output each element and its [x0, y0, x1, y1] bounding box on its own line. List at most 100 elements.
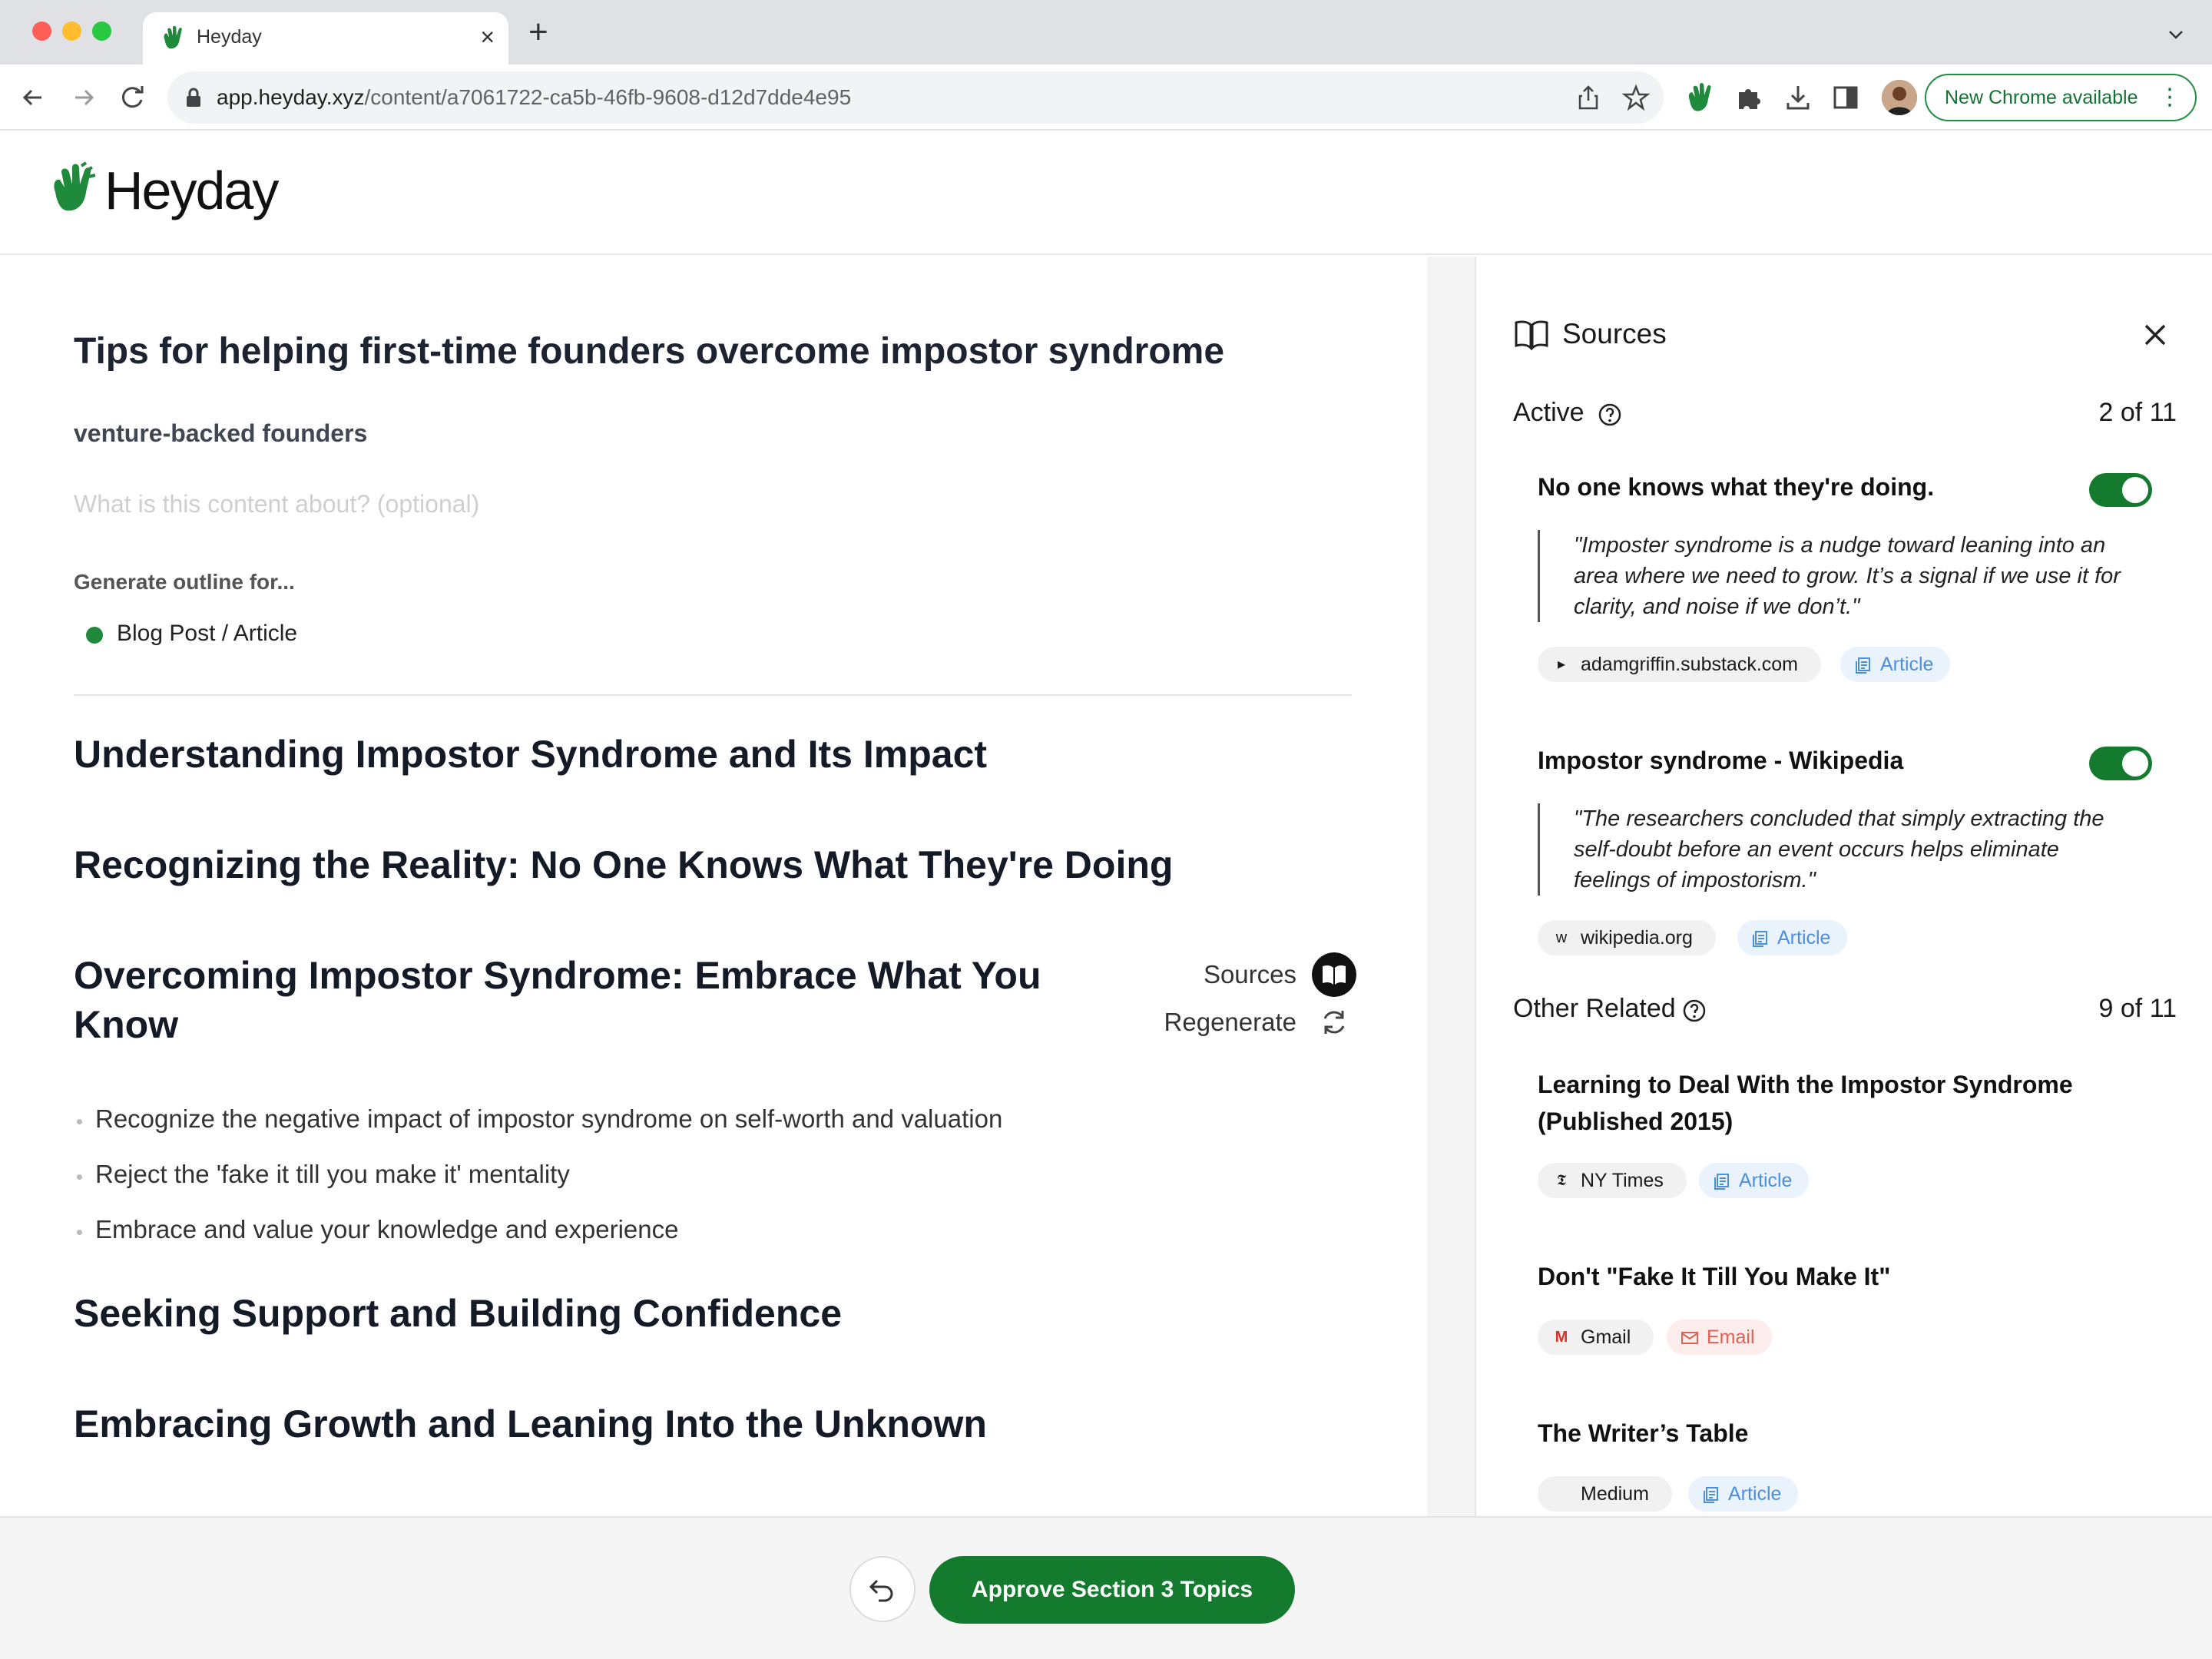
source-quote: "Imposter syndrome is a nudge toward lea…	[1538, 530, 2137, 622]
format-radio-selected[interactable]	[86, 627, 103, 644]
url-text: app.heyday.xyz/content/a7061722-ca5b-46f…	[217, 85, 852, 109]
forward-icon[interactable]	[68, 81, 100, 114]
email-icon	[1681, 1332, 1698, 1344]
source-domain-chip[interactable]: ▸ adamgriffin.substack.com	[1538, 647, 1821, 682]
side-panel-icon[interactable]	[1830, 81, 1862, 114]
source-domain: Gmail	[1581, 1326, 1631, 1348]
source-domain-chip[interactable]: M Gmail	[1538, 1320, 1654, 1355]
article-icon	[1714, 1174, 1729, 1190]
browser-tab-bar: Heyday × +	[0, 0, 2212, 65]
section-heading-3[interactable]: Overcoming Impostor Syndrome: Embrace Wh…	[74, 951, 1072, 1049]
window-zoom-button[interactable]	[92, 22, 111, 41]
format-label: Blog Post / Article	[117, 621, 298, 646]
source-toggle[interactable]	[2089, 473, 2152, 507]
regenerate-action-label: Regenerate	[1164, 1008, 1296, 1036]
related-source-title[interactable]: Learning to Deal With the Impostor Syndr…	[1538, 1066, 2121, 1140]
source-domain-chip[interactable]: 𝕿 NY Times	[1538, 1163, 1687, 1198]
book-icon[interactable]	[1312, 952, 1356, 997]
source-toggle[interactable]	[2089, 747, 2152, 780]
active-group-label: Active	[1513, 398, 1584, 427]
sources-action[interactable]: Sources	[1091, 952, 1356, 998]
undo-icon	[869, 1579, 893, 1602]
address-bar[interactable]: app.heyday.xyz/content/a7061722-ca5b-46f…	[167, 71, 1664, 124]
outline-editor: Tips for helping first-time founders ove…	[0, 257, 1427, 1516]
window-minimize-button[interactable]	[62, 22, 81, 41]
profile-avatar[interactable]	[1882, 80, 1917, 115]
chrome-update-label: New Chrome available	[1945, 87, 2138, 108]
extensions-puzzle-icon[interactable]	[1733, 81, 1765, 114]
nytimes-icon: 𝕿	[1556, 1172, 1567, 1189]
undo-button[interactable]	[849, 1556, 916, 1622]
browser-tab[interactable]: Heyday ×	[143, 12, 508, 65]
source-title[interactable]: No one knows what they're doing.	[1538, 469, 1934, 505]
panel-title: Sources	[1562, 318, 1667, 349]
divider	[74, 694, 1352, 696]
app-header: Heyday	[0, 132, 2212, 255]
medium-icon	[1553, 1485, 1570, 1502]
heyday-extension-icon[interactable]	[1684, 81, 1716, 114]
source-type-chip[interactable]: Email	[1667, 1320, 1772, 1355]
lock-icon	[187, 88, 200, 107]
sources-action-label: Sources	[1203, 960, 1296, 988]
chevron-down-icon[interactable]	[2167, 26, 2184, 43]
list-item[interactable]: Embrace and value your knowledge and exp…	[76, 1215, 678, 1244]
download-icon[interactable]	[1782, 81, 1814, 114]
refresh-icon[interactable]	[1312, 1000, 1356, 1045]
source-domain: NY Times	[1581, 1170, 1664, 1191]
reload-icon[interactable]	[117, 81, 149, 114]
source-type-chip[interactable]: Article	[1737, 920, 1848, 955]
new-tab-button[interactable]: +	[528, 15, 548, 49]
source-domain-chip[interactable]: Medium	[1538, 1476, 1672, 1512]
back-icon[interactable]	[17, 81, 49, 114]
article-icon	[1856, 657, 1870, 674]
person-icon	[1882, 80, 1917, 115]
active-count: 2 of 11	[2098, 398, 2177, 427]
other-count: 9 of 11	[2098, 994, 2177, 1023]
window-close-button[interactable]	[32, 22, 51, 41]
article-icon	[1704, 1487, 1718, 1503]
logo-text[interactable]: Heyday	[104, 160, 279, 221]
help-icon[interactable]	[1598, 402, 1622, 427]
wikipedia-icon: w	[1555, 929, 1568, 946]
audience-field[interactable]: venture-backed founders	[74, 419, 367, 448]
more-menu-icon[interactable]: ⋮	[2158, 75, 2181, 120]
list-item[interactable]: Recognize the negative impact of imposto…	[76, 1104, 1002, 1134]
source-title[interactable]: Impostor syndrome - Wikipedia	[1538, 742, 1903, 779]
source-type-chip[interactable]: Article	[1840, 647, 1951, 682]
source-type-chip[interactable]: Article	[1699, 1163, 1810, 1198]
play-icon: ▸	[1557, 656, 1566, 673]
close-icon[interactable]	[2140, 320, 2171, 350]
source-type-label: Article	[1728, 1483, 1782, 1505]
book-open-icon	[1515, 320, 1548, 350]
bookmark-star-icon[interactable]	[1622, 84, 1650, 111]
source-domain: wikipedia.org	[1581, 927, 1693, 949]
source-domain: Medium	[1581, 1483, 1649, 1505]
page-title[interactable]: Tips for helping first-time founders ove…	[74, 330, 1224, 373]
chrome-update-button[interactable]: New Chrome available ⋮	[1925, 74, 2197, 121]
source-quote: "The researchers concluded that simply e…	[1538, 803, 2137, 896]
section-heading-4[interactable]: Seeking Support and Building Confidence	[74, 1289, 842, 1338]
article-icon	[1753, 931, 1767, 947]
sources-panel: Sources Active 2 of 11 No one knows what…	[1478, 257, 2212, 1516]
source-type-label: Article	[1739, 1170, 1793, 1191]
related-source-title[interactable]: Don't "Fake It Till You Make It"	[1538, 1258, 1890, 1295]
share-icon[interactable]	[1575, 84, 1602, 111]
about-input[interactable]	[74, 490, 995, 518]
heyday-logo-icon	[54, 161, 96, 211]
generate-outline-label: Generate outline for...	[74, 570, 295, 594]
source-type-label: Article	[1777, 927, 1831, 949]
section-heading-5[interactable]: Embracing Growth and Leaning Into the Un…	[74, 1399, 987, 1449]
tab-close-icon[interactable]: ×	[480, 23, 495, 51]
help-icon[interactable]	[1682, 998, 1707, 1023]
browser-toolbar: app.heyday.xyz/content/a7061722-ca5b-46f…	[0, 65, 2212, 131]
section-heading-1[interactable]: Understanding Impostor Syndrome and Its …	[74, 730, 987, 779]
source-type-chip[interactable]: Article	[1688, 1476, 1799, 1512]
bottom-action-bar: Approve Section 3 Topics	[0, 1516, 2212, 1659]
section-heading-2[interactable]: Recognizing the Reality: No One Knows Wh…	[74, 840, 1173, 889]
related-source-title[interactable]: The Writer’s Table	[1538, 1415, 1748, 1452]
list-item[interactable]: Reject the 'fake it till you make it' me…	[77, 1160, 570, 1189]
approve-section-button[interactable]: Approve Section 3 Topics	[929, 1556, 1295, 1624]
heyday-favicon-icon	[164, 25, 182, 49]
source-domain-chip[interactable]: w wikipedia.org	[1538, 920, 1716, 955]
regenerate-action[interactable]: Regenerate	[1091, 1000, 1356, 1046]
